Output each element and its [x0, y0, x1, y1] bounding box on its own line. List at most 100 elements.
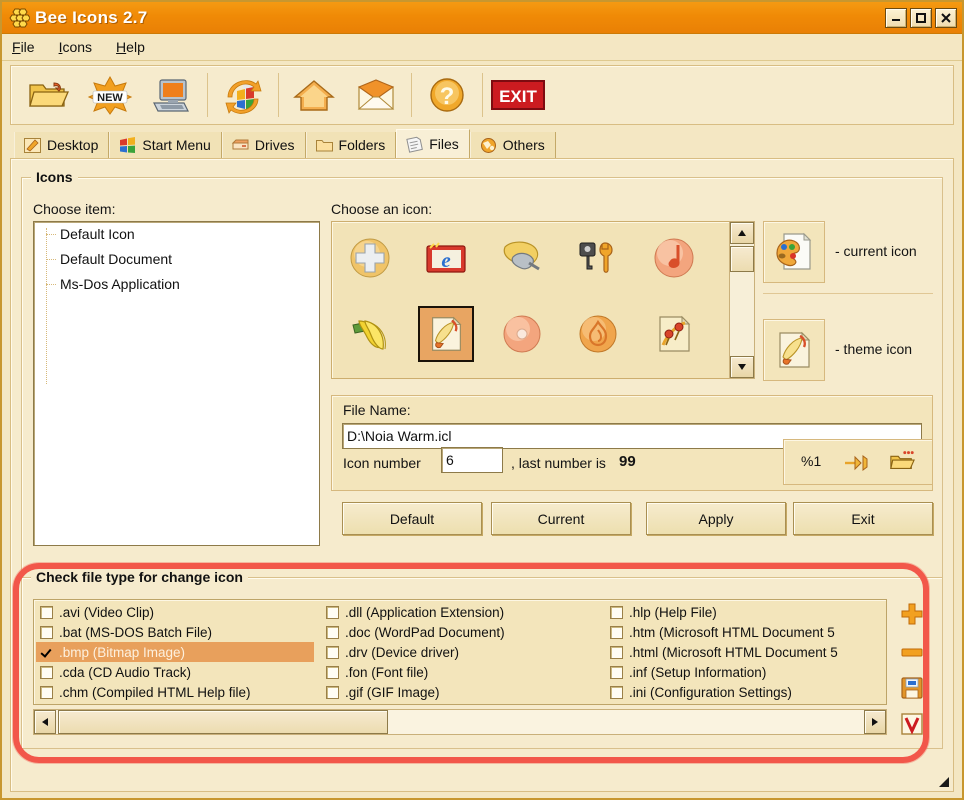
filetype-checkbox[interactable]	[40, 605, 53, 619]
icon-grid-panel: e	[331, 221, 751, 379]
default-button[interactable]: Default	[342, 502, 482, 535]
filetype-checkbox[interactable]	[40, 665, 53, 679]
tab-start-menu[interactable]: Start Menu	[109, 132, 222, 158]
icon-cell-plus-circle[interactable]	[342, 230, 398, 286]
scroll-down-button[interactable]	[730, 356, 754, 378]
tab-files[interactable]: Files	[396, 129, 470, 158]
apply-button[interactable]: Apply	[646, 502, 786, 535]
filetype-row-dll[interactable]: .dll (Application Extension)	[322, 602, 602, 622]
current-button[interactable]: Current	[491, 502, 631, 535]
computer-button[interactable]	[141, 68, 203, 122]
filetype-row-hlp[interactable]: .hlp (Help File)	[606, 602, 886, 622]
scrollbar-thumb[interactable]	[730, 246, 754, 272]
extract-icon-button[interactable]	[843, 450, 869, 476]
tab-label: Others	[502, 137, 545, 153]
brush-document-icon	[779, 331, 811, 368]
app-window: Bee Icons 2.7 FFileile Icons Help	[0, 0, 964, 800]
filetype-row-bmp[interactable]: .bmp (Bitmap Image)	[36, 642, 314, 662]
icon-cell-key-wrench[interactable]	[570, 230, 626, 286]
mail-button[interactable]	[345, 68, 407, 122]
add-filetype-button[interactable]	[897, 599, 927, 629]
icon-cell-plug-hand[interactable]	[494, 230, 550, 286]
exit-action-button[interactable]: Exit	[793, 502, 933, 535]
filetype-row-inf[interactable]: .inf (Setup Information)	[606, 662, 886, 682]
filetype-checkbox[interactable]	[326, 625, 339, 639]
key-wrench-icon	[579, 242, 613, 273]
open-folder-button[interactable]	[17, 68, 79, 122]
tree-item-default-icon[interactable]: Default Icon	[34, 222, 319, 247]
current-icon-preview	[763, 221, 825, 283]
icon-number-label: Icon number	[343, 455, 421, 471]
close-button[interactable]	[935, 7, 957, 28]
filetype-checkbox[interactable]	[326, 605, 339, 619]
scroll-right-button[interactable]	[864, 710, 886, 734]
filetype-row-ini[interactable]: .ini (Configuration Settings)	[606, 682, 886, 702]
menu-file[interactable]: FFileile	[12, 39, 35, 55]
filetype-label: .html (Microsoft HTML Document 5	[629, 644, 838, 660]
hscrollbar-thumb[interactable]	[58, 710, 388, 734]
filetype-row-fon[interactable]: .fon (Font file)	[322, 662, 602, 682]
icon-cell-ie-browser[interactable]: e	[418, 230, 474, 286]
item-list[interactable]: Default Icon Default Document Ms-Dos App…	[33, 221, 320, 546]
scroll-left-button[interactable]	[34, 710, 56, 734]
filetype-checkbox[interactable]	[40, 625, 53, 639]
new-star-icon: NEW	[87, 75, 133, 115]
filetype-row-cda[interactable]: .cda (CD Audio Track)	[36, 662, 314, 682]
minimize-button[interactable]	[885, 7, 907, 28]
icon-cell-paint-document[interactable]	[418, 306, 474, 362]
icon-number-input[interactable]: 6	[441, 447, 503, 473]
resize-grip[interactable]	[936, 774, 950, 788]
icon-cell-bananas[interactable]	[342, 306, 398, 362]
tab-desktop[interactable]: Desktop	[14, 132, 110, 158]
filetype-checkbox[interactable]	[326, 665, 339, 679]
filetype-checkbox[interactable]	[610, 685, 623, 699]
home-button[interactable]	[283, 68, 345, 122]
icon-grid-scrollbar[interactable]	[729, 221, 755, 379]
tree-item-default-document[interactable]: Default Document	[34, 247, 319, 272]
refresh-button[interactable]	[212, 68, 274, 122]
filetype-checkbox[interactable]	[610, 645, 623, 659]
filetype-checkbox[interactable]	[326, 645, 339, 659]
tree-item-label: Default Document	[60, 251, 173, 267]
filetype-checkbox[interactable]	[40, 646, 53, 659]
filetype-row-htm[interactable]: .htm (Microsoft HTML Document 5	[606, 622, 886, 642]
filetype-checkbox[interactable]	[610, 625, 623, 639]
filetype-checkbox[interactable]	[326, 685, 339, 699]
filetype-label: .fon (Font file)	[345, 664, 429, 680]
filetype-checkbox[interactable]	[610, 605, 623, 619]
filetype-label: .htm (Microsoft HTML Document 5	[629, 624, 835, 640]
icon-cell-disc[interactable]	[494, 306, 550, 362]
tree-item-msdos-application[interactable]: Ms-Dos Application	[34, 272, 319, 297]
tab-folders[interactable]: Folders	[305, 132, 397, 158]
tab-others[interactable]: Others	[469, 132, 556, 158]
icon-cell-pins-document[interactable]	[646, 306, 702, 362]
filetype-row-html[interactable]: .html (Microsoft HTML Document 5	[606, 642, 886, 662]
filetype-row-bat[interactable]: .bat (MS-DOS Batch File)	[36, 622, 314, 642]
filetype-row-avi[interactable]: .avi (Video Clip)	[36, 602, 314, 622]
save-filetype-button[interactable]	[897, 673, 927, 703]
tab-drives[interactable]: Drives	[221, 132, 306, 158]
menu-help[interactable]: Help	[116, 39, 145, 55]
svg-text:?: ?	[440, 83, 455, 110]
filetype-row-gif[interactable]: .gif (GIF Image)	[322, 682, 602, 702]
menu-icons[interactable]: Icons	[59, 39, 92, 55]
filetype-checkbox[interactable]	[610, 665, 623, 679]
filetype-row-doc[interactable]: .doc (WordPad Document)	[322, 622, 602, 642]
filetype-hscrollbar[interactable]	[33, 709, 887, 735]
browse-folder-button[interactable]	[889, 448, 915, 474]
exit-button[interactable]: EXIT	[487, 68, 549, 122]
new-button[interactable]: NEW	[79, 68, 141, 122]
icon-cell-music-note[interactable]	[646, 230, 702, 286]
scroll-up-button[interactable]	[730, 222, 754, 244]
verify-filetype-button[interactable]	[897, 709, 927, 739]
filetype-row-chm[interactable]: .chm (Compiled HTML Help file)	[36, 682, 314, 702]
maximize-button[interactable]	[910, 7, 932, 28]
filetype-list[interactable]: .avi (Video Clip) .bat (MS-DOS Batch Fil…	[33, 599, 887, 705]
filetype-row-drv[interactable]: .drv (Device driver)	[322, 642, 602, 662]
help-button[interactable]: ?	[416, 68, 478, 122]
tree-item-label: Ms-Dos Application	[60, 276, 180, 292]
folder-icon	[315, 139, 333, 151]
filetype-checkbox[interactable]	[40, 685, 53, 699]
remove-filetype-button[interactable]	[897, 637, 927, 667]
icon-cell-flame-circle[interactable]	[570, 306, 626, 362]
